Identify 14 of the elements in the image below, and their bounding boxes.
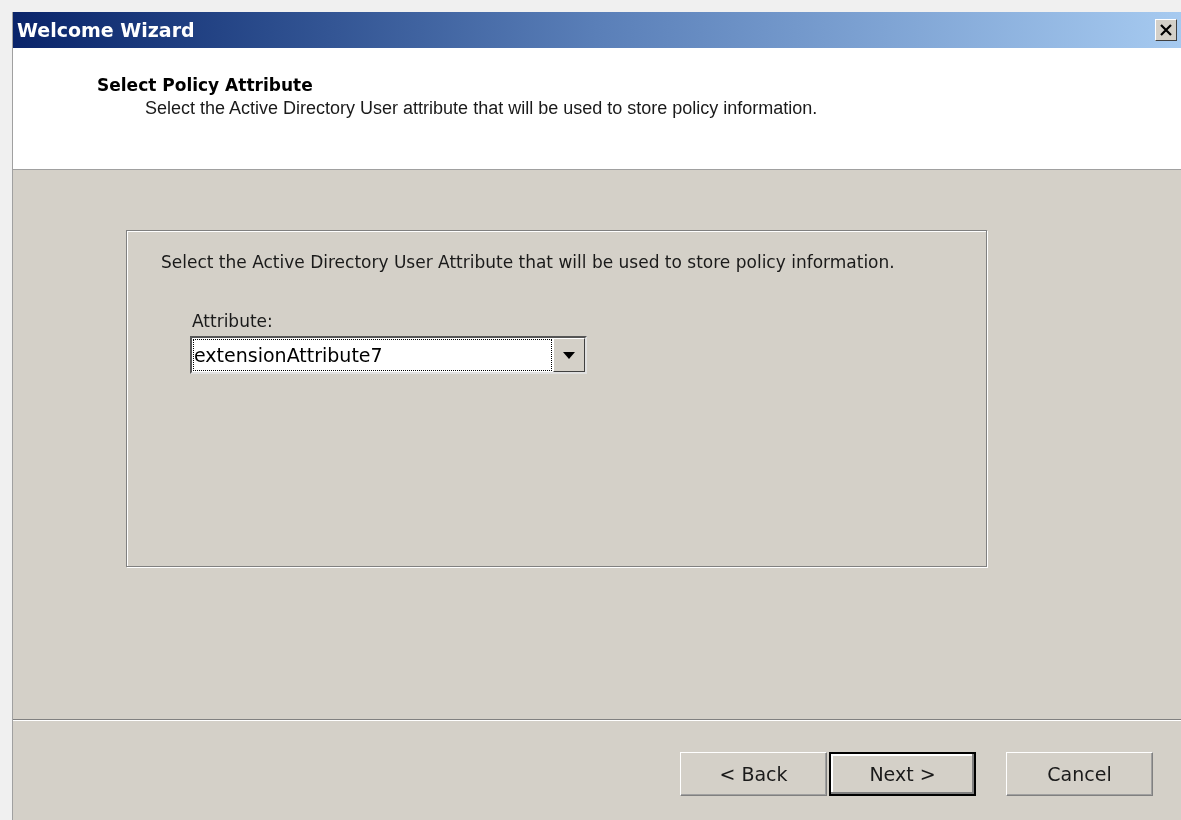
next-button[interactable]: Next > <box>829 752 976 796</box>
close-button[interactable] <box>1155 19 1177 41</box>
window-title: Welcome Wizard <box>17 17 195 43</box>
page-subtitle: Select the Active Directory User attribute that will be used to store policy information. <box>144 97 819 120</box>
description-text: Select the Active Directory User Attribute that will be used to store policy information. <box>161 251 896 274</box>
cancel-button[interactable]: Cancel <box>1006 752 1153 796</box>
caret-icon <box>563 351 575 359</box>
dropdown-value: extensionAttribute7 <box>193 339 552 371</box>
back-button[interactable]: < Back <box>680 752 827 796</box>
attribute-label: Attribute: <box>192 310 274 333</box>
close-icon <box>1160 24 1172 36</box>
attribute-dropdown[interactable]: extensionAttribute7 <box>190 336 587 374</box>
page-title: Select Policy Attribute <box>97 74 314 96</box>
dropdown-arrow-button[interactable] <box>553 338 585 372</box>
